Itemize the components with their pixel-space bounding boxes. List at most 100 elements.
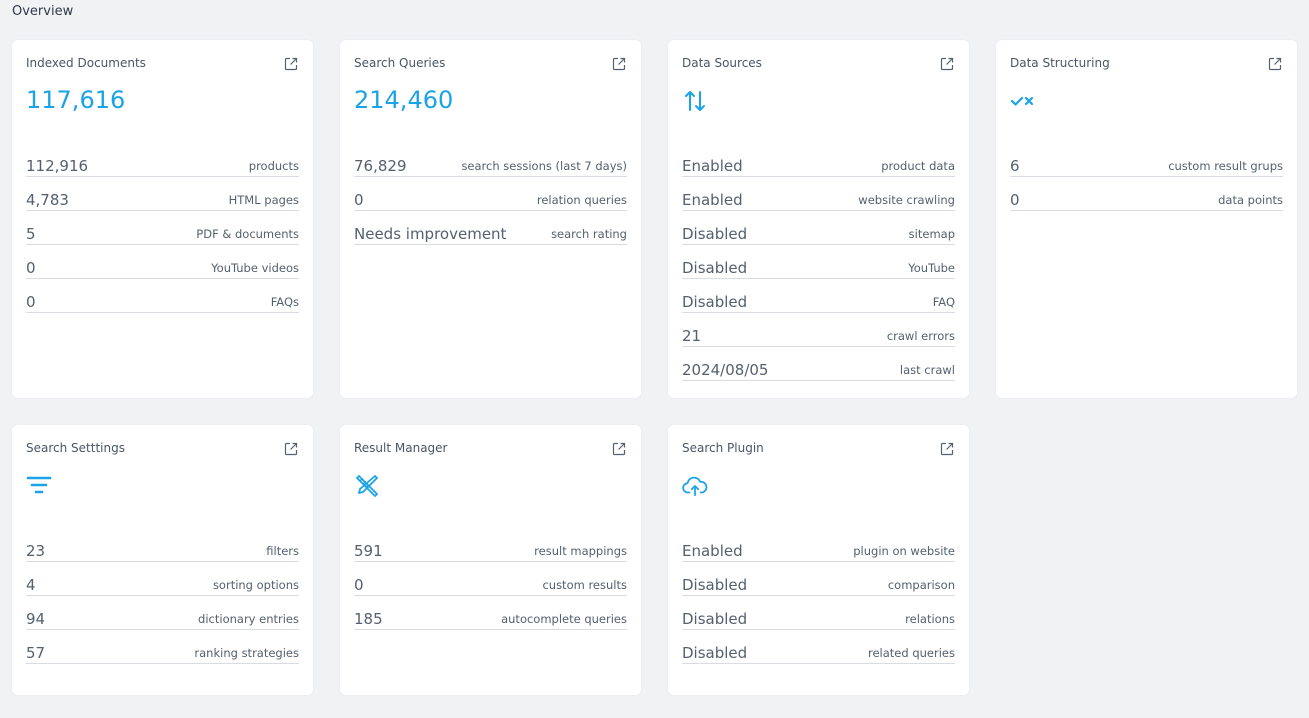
stat-value: 185 <box>354 610 496 630</box>
stat-value: 23 <box>26 542 261 562</box>
external-link-icon[interactable] <box>611 56 627 72</box>
total-value: 214,460 <box>354 86 454 114</box>
card-search-plugin: Search Plugin Enabled plugin on website D… <box>668 425 969 695</box>
stat-value: Needs improvement <box>354 225 546 245</box>
external-link-icon[interactable] <box>939 56 955 72</box>
stat-label: sorting options <box>206 576 299 596</box>
stat-label: autocomplete queries <box>495 610 627 630</box>
card-data-structuring: Data Structuring 6 custom result grups 0d… <box>996 40 1297 398</box>
stat-row: 21 crawl errors <box>682 314 955 348</box>
stat-row: 2024/08/05 last crawl <box>682 348 955 382</box>
page-title: Overview <box>12 4 74 19</box>
stat-value: 0 <box>26 259 206 279</box>
stat-row: 5 PDF & documents <box>26 212 299 246</box>
stat-row: Disabled comparison <box>682 563 955 597</box>
card-title: Search Setttings <box>26 441 125 455</box>
stat-value: Enabled <box>682 191 853 211</box>
stat-value: 0 <box>354 191 531 211</box>
stat-label: dictionary entries <box>192 610 299 630</box>
stat-row: 0 FAQs <box>26 280 299 314</box>
stat-value: 5 <box>26 225 191 245</box>
check-cross-icon <box>1010 96 1034 106</box>
cloud-upload-icon <box>682 476 708 497</box>
stat-row: 112,916 products <box>26 144 299 178</box>
stat-row: 4,783 HTML pages <box>26 178 299 212</box>
stat-value: Disabled <box>682 610 900 630</box>
card-indexed-documents: Indexed Documents 117,616 112,916 product… <box>12 40 313 398</box>
stat-value: 94 <box>26 610 193 630</box>
stat-label: data points <box>1212 191 1283 211</box>
stat-label: custom result grups <box>1162 157 1283 177</box>
stat-value: 2024/08/05 <box>682 361 894 381</box>
stat-label: website crawling <box>852 191 955 211</box>
total-value: 117,616 <box>26 86 126 114</box>
external-link-icon[interactable] <box>939 441 955 457</box>
stat-row: 0 YouTube videos <box>26 246 299 280</box>
stat-value: 0 <box>1010 191 1213 211</box>
card-title: Data Sources <box>682 56 762 70</box>
stat-row: Disabled YouTube <box>682 246 955 280</box>
stat-value: Disabled <box>682 293 927 313</box>
stat-label: custom results <box>536 576 627 596</box>
stat-label: search sessions (last 7 days) <box>455 157 627 177</box>
stat-label: product data <box>875 157 955 177</box>
card-result-manager: Result Manager 591 result mappings 0 custo… <box>340 425 641 695</box>
card-title: Indexed Documents <box>26 56 146 70</box>
card-title: Result Manager <box>354 441 448 455</box>
stat-value: 21 <box>682 327 881 347</box>
card-title: Data Structuring <box>1010 56 1110 70</box>
stat-row: 0 custom results <box>354 563 627 597</box>
card-title: Search Plugin <box>682 441 764 455</box>
tools-icon <box>356 475 378 497</box>
stat-row: Needs improvement search rating <box>354 212 627 246</box>
up-down-arrows-icon <box>685 91 705 111</box>
stat-value: Disabled <box>682 576 882 596</box>
stat-row: Disabled sitemap <box>682 212 955 246</box>
stat-row: Enabled website crawling <box>682 178 955 212</box>
stat-value: 76,829 <box>354 157 456 177</box>
stat-row: 0 relation queries <box>354 178 627 212</box>
stat-value: 6 <box>1010 157 1163 177</box>
filter-lines-icon <box>26 476 52 494</box>
stat-value: 57 <box>26 644 189 664</box>
stat-label: related queries <box>862 644 955 664</box>
stat-value: 4 <box>26 576 207 596</box>
stat-label: ranking strategies <box>188 644 299 664</box>
stat-label: comparison <box>881 576 955 596</box>
stat-label: products <box>242 157 299 177</box>
stat-label: last crawl <box>893 361 955 381</box>
stat-label: crawl errors <box>880 327 955 347</box>
stat-label: FAQ <box>926 293 955 313</box>
card-search-queries: Search Queries 214,460 76,829 search sess… <box>340 40 641 398</box>
stat-label: YouTube <box>902 259 955 279</box>
stat-row: 94 dictionary entries <box>26 597 299 631</box>
card-title: Search Queries <box>354 56 446 70</box>
stat-row: 185 autocomplete queries <box>354 597 627 631</box>
stat-label: HTML pages <box>222 191 299 211</box>
stat-value: 4,783 <box>26 191 223 211</box>
stat-row: Enabled product data <box>682 144 955 178</box>
stat-row: Disabled relations <box>682 597 955 631</box>
stat-label: PDF & documents <box>190 225 299 245</box>
stat-value: 591 <box>354 542 529 562</box>
external-link-icon[interactable] <box>611 441 627 457</box>
stat-row: 76,829 search sessions (last 7 days) <box>354 144 627 178</box>
stat-label: plugin on website <box>847 542 955 562</box>
stat-label: relations <box>899 610 955 630</box>
stat-value: Disabled <box>682 225 903 245</box>
external-link-icon[interactable] <box>283 441 299 457</box>
stat-label: FAQs <box>264 293 299 313</box>
external-link-icon[interactable] <box>283 56 299 72</box>
stat-row: Disabled related queries <box>682 631 955 665</box>
stat-label: search rating <box>545 225 627 245</box>
stat-row: 23 filters <box>26 529 299 563</box>
stat-row: 0 data points <box>1010 178 1283 212</box>
stat-row: 6 custom result grups <box>1010 144 1283 178</box>
stat-row: 57 ranking strategies <box>26 631 299 665</box>
stat-label: filters <box>260 542 299 562</box>
stat-label: relation queries <box>530 191 627 211</box>
stat-value: Disabled <box>682 259 903 279</box>
external-link-icon[interactable] <box>1267 56 1283 72</box>
stat-label: YouTube videos <box>205 259 299 279</box>
stat-value: Disabled <box>682 644 862 664</box>
